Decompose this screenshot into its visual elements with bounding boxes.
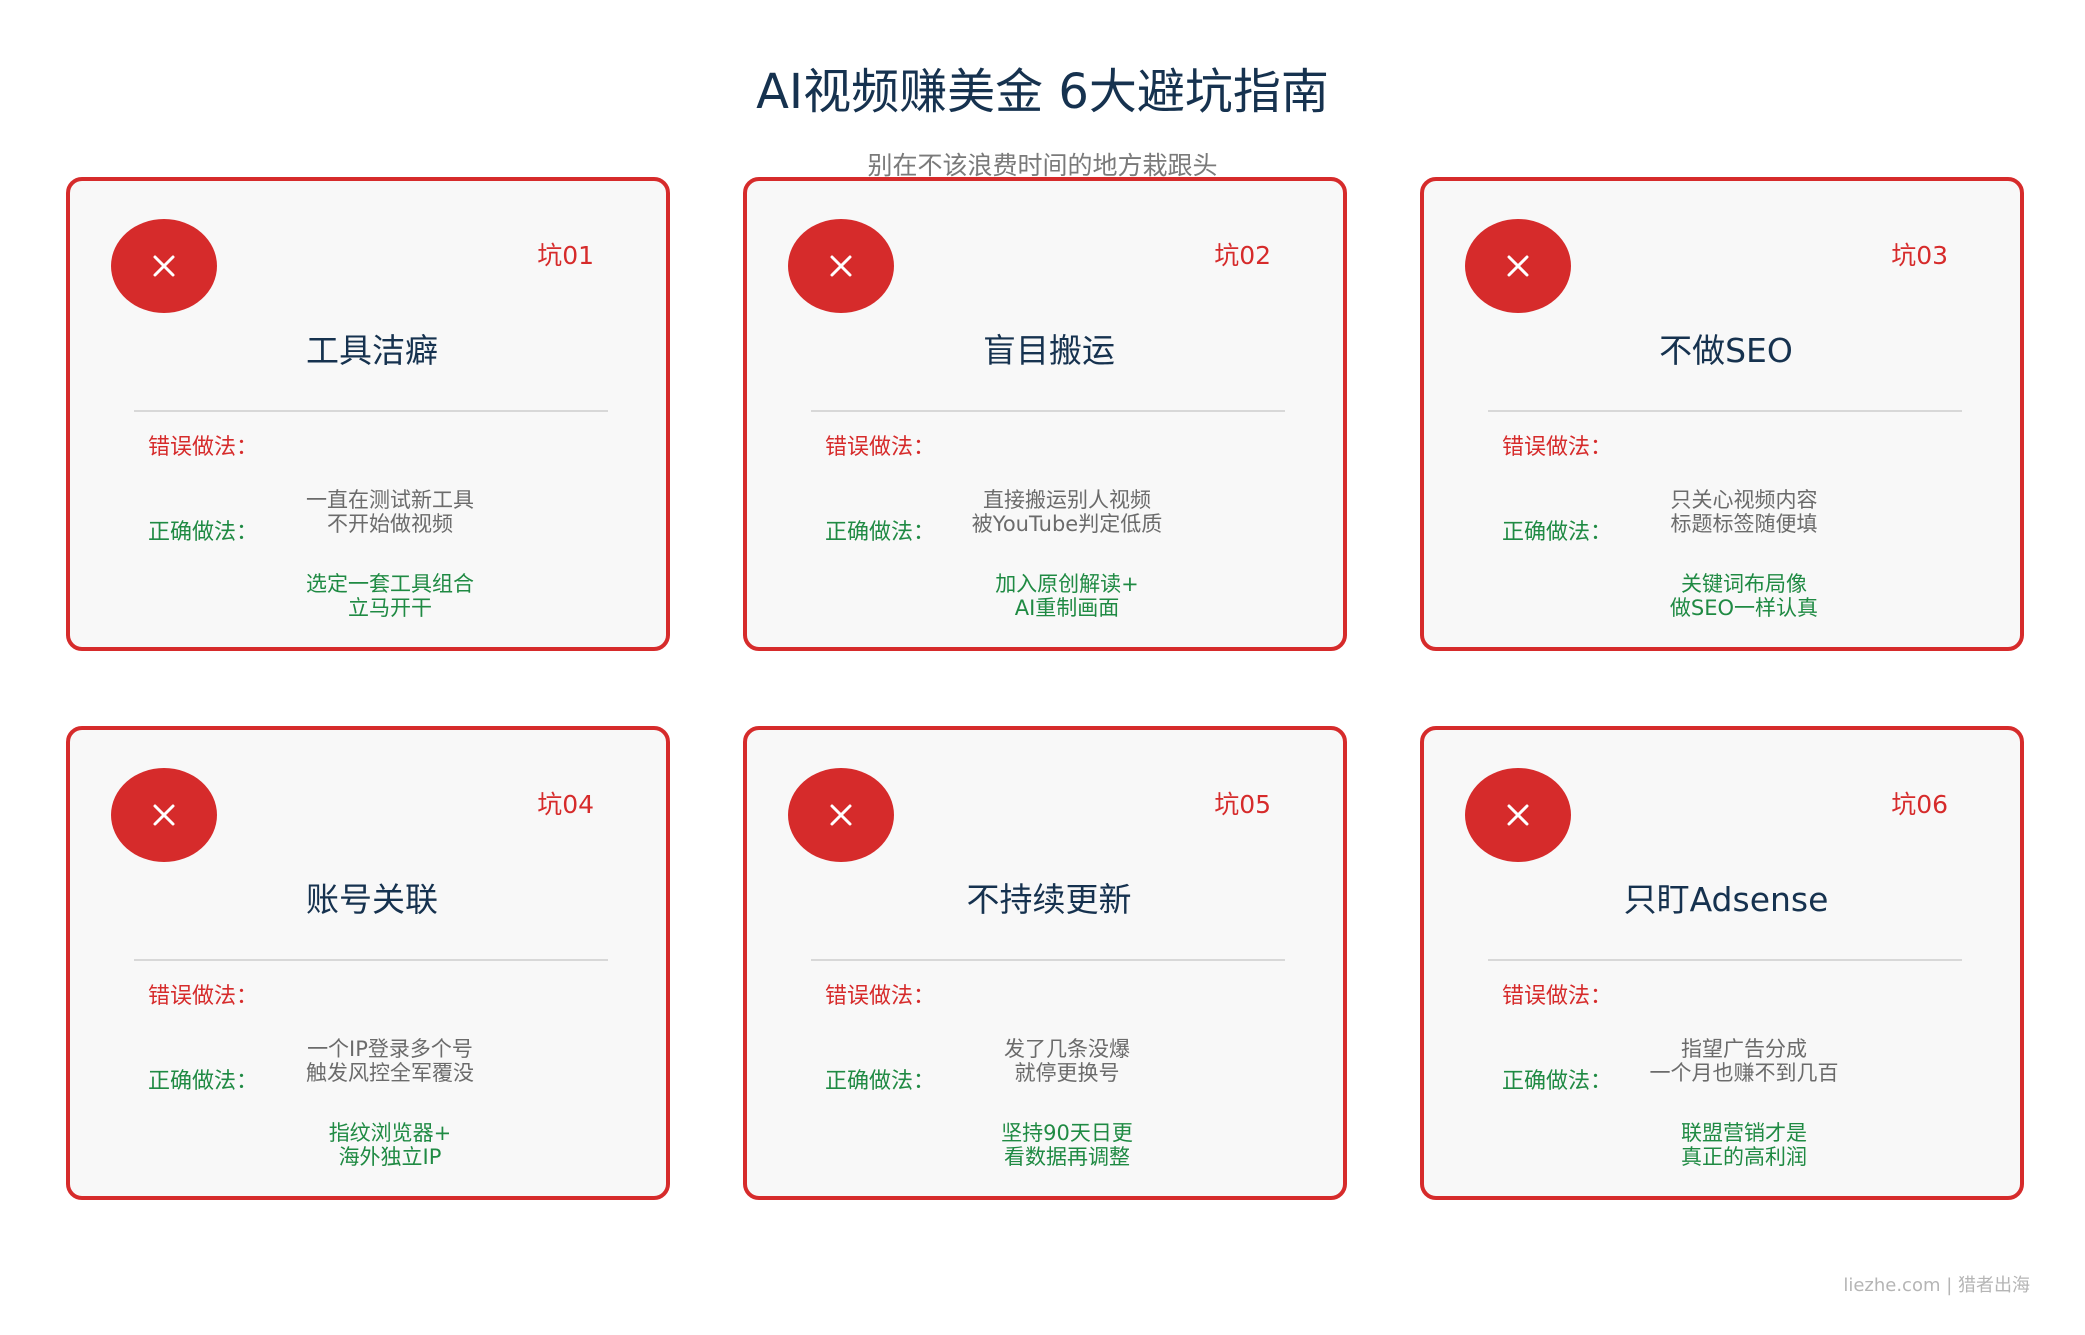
right-text-line: 联盟营销才是 [1681, 1121, 1807, 1145]
right-text: 坚持90天日更 看数据再调整 [917, 1121, 1217, 1169]
pitfall-card-5: 坑05 不持续更新 错误做法： 正确做法： 发了几条没爆 就停更换号 坚持90天… [743, 726, 1347, 1200]
right-text-line: 坚持90天日更 [1001, 1121, 1133, 1145]
wrong-text: 只关心视频内容 标题标签随便填 [1594, 488, 1894, 536]
wrong-text-line: 直接搬运别人视频 [983, 488, 1151, 512]
right-text: 选定一套工具组合 立马开干 [240, 572, 540, 620]
divider [1488, 410, 1962, 412]
pitfall-number: 坑03 [1891, 241, 1948, 270]
wrong-text: 一直在测试新工具 不开始做视频 [240, 488, 540, 536]
divider [1488, 959, 1962, 961]
error-badge [1465, 219, 1571, 313]
close-icon [830, 255, 852, 277]
pitfall-card-3: 坑03 不做SEO 错误做法： 正确做法： 只关心视频内容 标题标签随便填 关键… [1420, 177, 2024, 651]
wrong-text-line: 触发风控全军覆没 [306, 1061, 474, 1085]
page-title: AI视频赚美金 6大避坑指南 [756, 64, 1329, 120]
right-text-line: 做SEO一样认真 [1669, 596, 1819, 620]
pitfall-title: 工具洁癖 [306, 331, 438, 370]
right-text-line: 选定一套工具组合 [306, 572, 474, 596]
error-badge [111, 219, 217, 313]
close-icon [1507, 804, 1529, 826]
pitfall-title: 不持续更新 [966, 880, 1132, 919]
error-badge [111, 768, 217, 862]
right-text-line: 海外独立IP [338, 1145, 442, 1169]
divider [811, 959, 1285, 961]
wrong-text-line: 就停更换号 [1014, 1061, 1120, 1085]
right-text-line: 真正的高利润 [1681, 1145, 1807, 1169]
right-text-line: 立马开干 [348, 596, 432, 620]
error-badge [788, 219, 894, 313]
divider [811, 410, 1285, 412]
pitfall-card-2: 坑02 盲目搬运 错误做法： 正确做法： 直接搬运别人视频 被YouTube判定… [743, 177, 1347, 651]
error-badge [788, 768, 894, 862]
right-text: 指纹浏览器+ 海外独立IP [240, 1121, 540, 1169]
wrong-label: 错误做法： [148, 984, 259, 1009]
error-badge [1465, 768, 1571, 862]
wrong-text-line: 一直在测试新工具 [306, 488, 474, 512]
wrong-text: 直接搬运别人视频 被YouTube判定低质 [917, 488, 1217, 536]
wrong-text-line: 标题标签随便填 [1670, 512, 1818, 536]
right-text: 关键词布局像 做SEO一样认真 [1594, 572, 1894, 620]
close-icon [153, 255, 175, 277]
right-text-line: 关键词布局像 [1681, 572, 1807, 596]
divider [134, 959, 608, 961]
right-text-line: 看数据再调整 [1004, 1145, 1130, 1169]
right-text-line: 加入原创解读+ [995, 572, 1139, 596]
wrong-label: 错误做法： [1502, 435, 1613, 460]
pitfall-number: 坑01 [537, 241, 594, 270]
pitfall-number: 坑04 [537, 790, 594, 819]
wrong-text: 指望广告分成 一个月也赚不到几百 [1594, 1037, 1894, 1085]
wrong-text-line: 一个IP登录多个号 [307, 1037, 473, 1061]
wrong-text: 发了几条没爆 就停更换号 [917, 1037, 1217, 1085]
wrong-text: 一个IP登录多个号 触发风控全军覆没 [240, 1037, 540, 1085]
pitfall-number: 坑02 [1214, 241, 1271, 270]
wrong-text-line: 发了几条没爆 [1004, 1037, 1130, 1061]
wrong-text-line: 不开始做视频 [327, 512, 453, 536]
right-text-line: 指纹浏览器+ [328, 1121, 452, 1145]
right-text: 加入原创解读+ AI重制画面 [917, 572, 1217, 620]
footer-credit: liezhe.com | 猎者出海 [1843, 1275, 2030, 1296]
divider [134, 410, 608, 412]
wrong-text-line: 指望广告分成 [1681, 1037, 1807, 1061]
pitfall-card-6: 坑06 只盯Adsense 错误做法： 正确做法： 指望广告分成 一个月也赚不到… [1420, 726, 2024, 1200]
close-icon [830, 804, 852, 826]
pitfall-number: 坑05 [1214, 790, 1271, 819]
pitfall-title: 盲目搬运 [983, 331, 1115, 370]
pitfall-card-1: 坑01 工具洁癖 错误做法： 正确做法： 一直在测试新工具 不开始做视频 选定一… [66, 177, 670, 651]
close-icon [153, 804, 175, 826]
pitfall-card-4: 坑04 账号关联 错误做法： 正确做法： 一个IP登录多个号 触发风控全军覆没 … [66, 726, 670, 1200]
pitfall-title: 只盯Adsense [1623, 880, 1829, 919]
wrong-text-line: 被YouTube判定低质 [971, 512, 1163, 536]
close-icon [1507, 255, 1529, 277]
pitfall-number: 坑06 [1891, 790, 1948, 819]
wrong-label: 错误做法： [825, 435, 936, 460]
wrong-label: 错误做法： [825, 984, 936, 1009]
pitfall-title: 账号关联 [306, 880, 438, 919]
wrong-text-line: 只关心视频内容 [1670, 488, 1818, 512]
wrong-label: 错误做法： [148, 435, 259, 460]
wrong-text-line: 一个月也赚不到几百 [1649, 1061, 1839, 1085]
right-text: 联盟营销才是 真正的高利润 [1594, 1121, 1894, 1169]
pitfall-title: 不做SEO [1659, 331, 1793, 370]
wrong-label: 错误做法： [1502, 984, 1613, 1009]
right-text-line: AI重制画面 [1014, 596, 1120, 620]
